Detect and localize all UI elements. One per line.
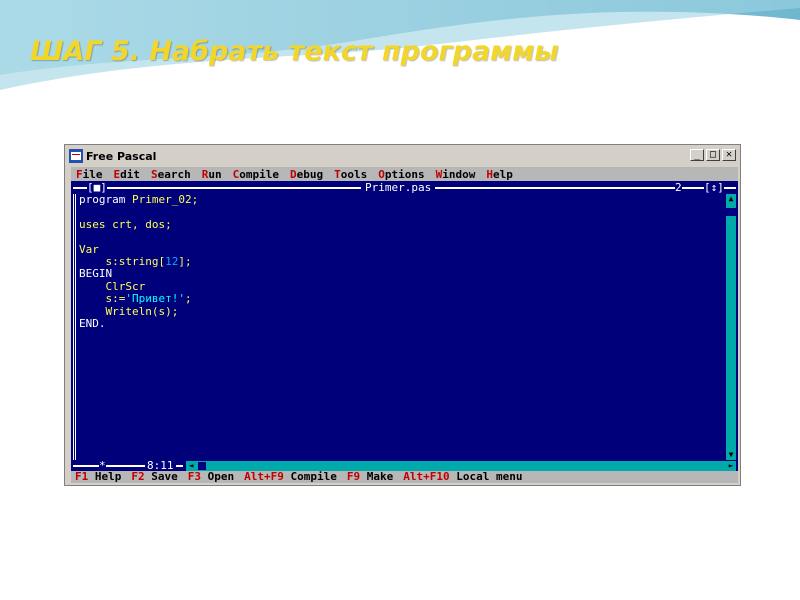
code-text: ;: [184, 292, 192, 306]
menu-search[interactable]: Search: [146, 168, 197, 181]
scroll-up-icon[interactable]: ▲: [726, 194, 736, 204]
code-line: Writeln(s);: [79, 304, 179, 318]
code-text: s:string[: [79, 255, 166, 269]
status-label: Save: [144, 470, 178, 483]
free-pascal-window: Free Pascal _ □ ✕ File Edit Search Run C…: [64, 144, 741, 486]
status-bar: F1 Help F2 Save F3 Open Alt+F9 Compile F…: [71, 471, 738, 483]
menu-label: ebug: [296, 167, 324, 181]
editor-filename: Primer.pas: [361, 181, 436, 194]
editor-window-number: 2: [675, 181, 682, 194]
code-line: program Primer_02;: [79, 193, 719, 206]
status-make[interactable]: F9 Make: [343, 471, 399, 483]
code-line: BEGIN: [79, 267, 113, 281]
menu-label: un: [208, 167, 222, 181]
code-number: 12: [165, 255, 179, 269]
close-button[interactable]: ✕: [722, 149, 736, 161]
status-compile[interactable]: Alt+F9 Compile: [240, 471, 343, 483]
menu-window[interactable]: Window: [431, 168, 482, 181]
menu-label: elp: [493, 167, 513, 181]
editor-frame-left: [73, 194, 76, 460]
status-key: F3: [187, 470, 201, 483]
minimize-button[interactable]: _: [690, 149, 704, 161]
menu-edit[interactable]: Edit: [109, 168, 147, 181]
menu-label: ools: [340, 167, 368, 181]
menu-label: ptions: [384, 167, 425, 181]
code-line: END.: [79, 317, 106, 331]
status-help[interactable]: F1 Help: [71, 471, 127, 483]
status-label: Help: [88, 470, 122, 483]
status-local-menu[interactable]: Alt+F10 Local menu: [399, 471, 528, 483]
status-key: F1: [75, 470, 89, 483]
code-text: ];: [178, 255, 192, 269]
menu-compile[interactable]: Compile: [228, 168, 285, 181]
menu-options[interactable]: Options: [373, 168, 430, 181]
window-title: Free Pascal: [86, 149, 157, 163]
scroll-down-icon[interactable]: ▼: [726, 450, 736, 460]
window-titlebar[interactable]: Free Pascal _ □ ✕: [67, 147, 738, 165]
editor-zoom-box[interactable]: [↕]: [704, 181, 724, 194]
menu-hotkey: D: [290, 167, 297, 181]
status-key: Alt+F9: [244, 470, 284, 483]
code-identifier: Primer_02;: [131, 193, 199, 206]
menu-hotkey: S: [151, 167, 158, 181]
menu-label: dit: [120, 167, 140, 181]
status-label: Open: [201, 470, 235, 483]
status-label: Compile: [283, 470, 337, 483]
status-key: F2: [131, 470, 145, 483]
vertical-scrollbar[interactable]: ▲ ▼: [726, 194, 736, 460]
code-line: s:='Привет!';: [79, 293, 719, 305]
status-open[interactable]: F3 Open: [184, 471, 240, 483]
menu-hotkey: H: [486, 167, 493, 181]
menu-help[interactable]: Help: [481, 168, 519, 181]
menu-debug[interactable]: Debug: [285, 168, 329, 181]
code-editor[interactable]: program Primer_02; uses crt, dos; Var s:…: [79, 193, 719, 331]
status-key: Alt+F10: [403, 470, 450, 483]
code-string: 'Привет!': [125, 292, 185, 306]
menu-hotkey: T: [334, 167, 341, 181]
scroll-thumb[interactable]: [198, 462, 206, 470]
status-save[interactable]: F2 Save: [127, 471, 183, 483]
status-label: Local menu: [449, 470, 523, 483]
slide-title: ШАГ 5. Набрать текст программы: [30, 36, 559, 67]
maximize-button[interactable]: □: [706, 149, 720, 161]
code-line: uses crt, dos;: [79, 217, 172, 231]
scroll-thumb[interactable]: [726, 208, 736, 216]
menu-file[interactable]: File: [71, 168, 109, 181]
menu-hotkey: O: [378, 167, 385, 181]
menu-hotkey: F: [76, 167, 83, 181]
console-area: File Edit Search Run Compile Debug Tools…: [71, 167, 738, 483]
menu-tools[interactable]: Tools: [329, 168, 373, 181]
menu-run[interactable]: Run: [197, 168, 228, 181]
menu-label: ile: [82, 167, 103, 181]
menu-label: indow: [442, 167, 476, 181]
code-line: s:string[12];: [79, 255, 719, 269]
menu-bar: File Edit Search Run Compile Debug Tools…: [71, 167, 738, 181]
status-key: F9: [346, 470, 361, 483]
app-icon: [69, 149, 83, 163]
code-text: s:=: [79, 292, 126, 306]
status-label: Make: [360, 470, 394, 483]
code-keyword: program: [79, 193, 132, 206]
menu-label: ompile: [239, 167, 279, 181]
scroll-right-icon[interactable]: ►: [726, 461, 736, 471]
menu-label: earch: [157, 167, 191, 181]
